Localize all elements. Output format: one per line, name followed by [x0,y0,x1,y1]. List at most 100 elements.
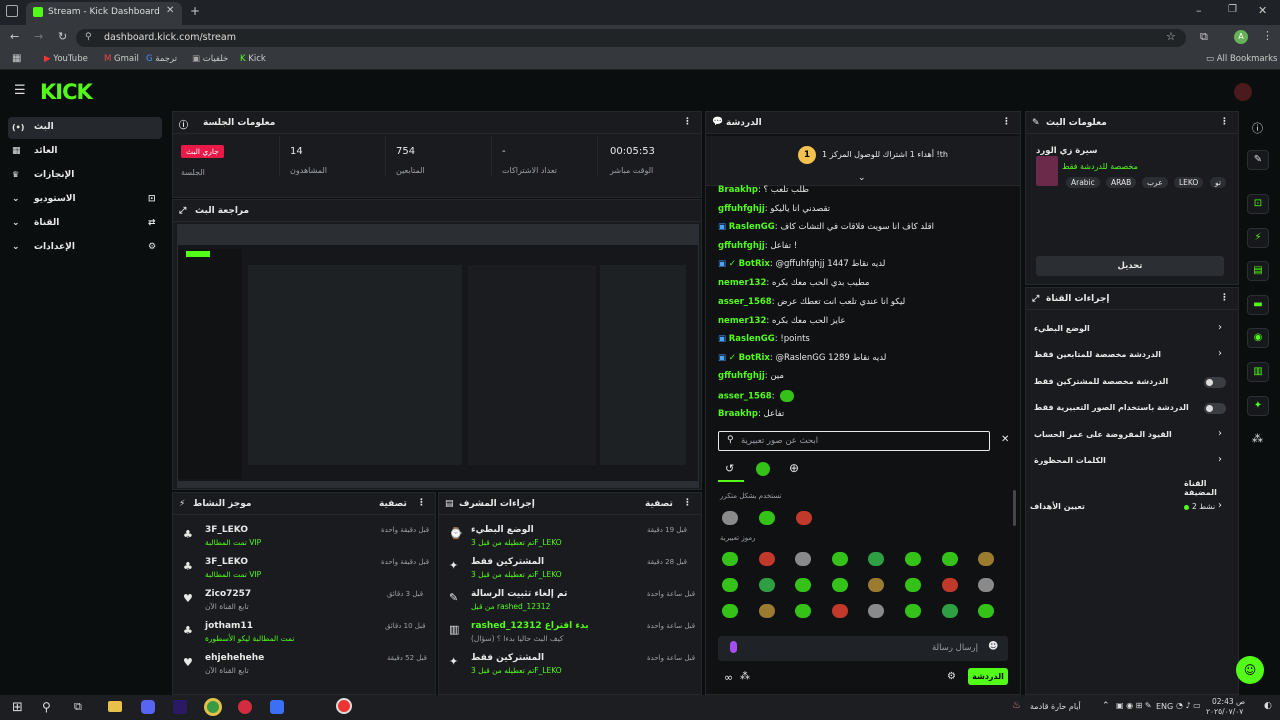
featured-channel-label[interactable]: القناة المضيفة [1184,479,1238,497]
chat-message[interactable]: ▣ RaslenGG: اقلد كاف انا سويت فلاقات في … [718,222,934,232]
chat-message[interactable]: nemer132: مطيب بدي الحب معك بكره [718,278,869,288]
hamburger-menu-icon[interactable]: ☰ [14,83,26,98]
notifications-icon[interactable]: ◐ [1264,701,1272,711]
more-icon[interactable]: ⋮ [417,498,426,508]
chat-message[interactable]: asser_1568: ليكو انا عندي تلعب انت تعطك … [718,297,905,307]
chat-settings-icon[interactable]: ⚙ [947,671,956,682]
search-icon[interactable]: ⚲ [42,700,51,714]
chat-send-button[interactable]: الدردشة [968,668,1008,685]
clip-rail-icon[interactable]: ⊡ [1247,194,1269,214]
kick-logo[interactable]: KICK [40,80,93,104]
discord-icon[interactable] [141,700,155,714]
filter-button[interactable]: تصفية [379,499,407,509]
chevron-down-icon[interactable]: ⌄ [12,218,20,228]
minimize-icon[interactable]: – [1196,4,1202,17]
sidebar-item-stream[interactable]: (•) البث [8,117,162,139]
premiere-icon[interactable] [173,700,187,714]
sidebar-item-settings[interactable]: ⌄ الإعدادات ⚙ [8,237,162,259]
emote-icon[interactable] [831,604,848,618]
emote-icon[interactable] [868,552,885,566]
bookmark-wallpapers[interactable]: ▣ خلفيات [192,54,228,64]
more-icon[interactable]: ⋮ [1002,117,1011,127]
chat-message[interactable]: gffuhfghjj: مين [718,371,784,381]
emote-icon[interactable] [795,552,812,566]
emote-icon[interactable] [941,578,958,592]
sidebar-item-channel[interactable]: ⌄ القناة ⇄ [8,213,162,235]
emote-icon[interactable] [758,604,775,618]
points-icon[interactable]: ⁂ [740,671,750,682]
new-tab-icon[interactable]: + [190,4,200,18]
windows-start-icon[interactable]: ⊞ [12,700,23,715]
chevron-down-icon[interactable]: ⌄ [12,242,20,252]
close-window-icon[interactable]: ✕ [1258,4,1267,17]
chat-message[interactable]: Braakhp: طلب تلعب ؟ [718,185,809,195]
kick-emotes-tab-icon[interactable] [756,462,770,476]
close-icon[interactable]: ✕ [1001,434,1009,445]
subscribers-only-toggle[interactable] [1204,377,1226,388]
tag[interactable]: تو [1210,177,1226,188]
expand-icon[interactable]: ⤢ [179,206,186,216]
all-bookmarks[interactable]: ▭ All Bookmarks [1206,54,1277,64]
chat-username[interactable]: Braakhp [718,185,758,195]
emote-icon[interactable] [978,578,995,592]
url-field[interactable]: ⚲ dashboard.kick.com/stream ☆ [76,29,1186,47]
add-widget-icon[interactable]: ⁂ [1252,432,1263,445]
chat-message[interactable]: Braakhp: تفاعل [718,409,784,419]
chat-username[interactable]: RaslenGG [729,334,775,344]
app-icon[interactable] [270,700,284,714]
chat-username[interactable]: BotRix [739,353,770,363]
chevron-down-icon[interactable]: ⌄ [12,194,20,204]
tray-chevron-icon[interactable]: ⌃ [1102,701,1110,711]
chat-message[interactable]: nemer132: عايز الحب معك بكره [718,316,846,326]
sidebar-item-achievements[interactable]: ♛ الإنجازات [8,165,162,187]
chat-username[interactable]: gffuhfghjj [718,204,765,214]
edit-rail-icon[interactable]: ✎ [1247,150,1269,170]
emote-icon[interactable] [795,604,812,618]
emote-icon[interactable] [905,578,921,592]
bookmark-youtube[interactable]: ▶ YouTube [44,54,88,64]
emote-icon[interactable] [941,604,958,618]
emote-search-input[interactable]: ⚲ ابحث عن صور تعبيرية [718,431,990,451]
recent-emotes-tab-icon[interactable]: ↺ [725,462,734,475]
more-icon[interactable]: ⋮ [1220,293,1229,303]
emote-icon[interactable] [905,604,921,618]
global-emotes-tab-icon[interactable]: ⊕ [789,461,799,475]
tools-rail-icon[interactable]: ✦ [1247,396,1269,416]
queue-rail-icon[interactable]: ▥ [1247,362,1269,382]
chat-username[interactable]: RaslenGG [729,222,775,232]
channel-action-banned-words[interactable]: الكلمات المحظورة › [1026,454,1238,474]
bolt-rail-icon[interactable]: ⚡ [1247,228,1269,248]
chat-message[interactable]: ▣ RaslenGG: !points [718,334,810,344]
emote-icon[interactable] [722,552,738,566]
scrollbar[interactable] [1013,490,1016,526]
emote-icon[interactable] [722,604,738,618]
browser-tab[interactable]: Stream - Kick Dashboard ✕ [26,2,182,25]
sidebar-item-studio[interactable]: ⌄ الاستوديو ⊡ [8,189,162,211]
more-icon[interactable]: ⋮ [683,117,692,127]
bookmark-kick[interactable]: K Kick [240,54,266,64]
chat-rail-icon[interactable]: ▬ [1247,295,1269,315]
support-chat-button[interactable]: ☺ [1236,656,1264,684]
chat-username[interactable]: nemer132 [718,316,766,326]
stream-category[interactable]: مخصصة للدردشة فقط [1036,162,1138,171]
sidebar-item-revenue[interactable]: ▦ العائد [8,141,162,163]
emote-icon[interactable] [978,552,995,566]
emote-icon[interactable] [758,552,775,566]
chat-message[interactable]: ▣ ✓ BotRix: @RaslenGG 1289 لديه نقاط [718,353,886,363]
chat-username[interactable]: asser_1568 [718,297,772,307]
bookmark-gmail[interactable]: M Gmail [104,54,139,64]
tag[interactable]: عرب [1142,177,1168,188]
network-icons[interactable]: ◔ ♪ ▭ [1176,701,1201,710]
collapse-icon[interactable]: ⌄ [858,173,866,183]
chat-username[interactable]: BotRix [739,259,770,269]
emote-icon[interactable] [831,552,848,566]
info-icon[interactable]: ⓘ [1252,120,1263,136]
emote-icon[interactable] [795,578,812,592]
tray-icons[interactable]: ▣ ◉ ⊞ ✎ [1116,701,1152,710]
emote-icon[interactable] [905,552,921,566]
obs-icon[interactable] [336,698,352,714]
tab-close-icon[interactable]: ✕ [166,5,174,16]
chat-username[interactable]: Braakhp [718,409,758,419]
language-indicator[interactable]: ENG [1156,702,1173,711]
user-avatar[interactable] [1234,83,1252,101]
